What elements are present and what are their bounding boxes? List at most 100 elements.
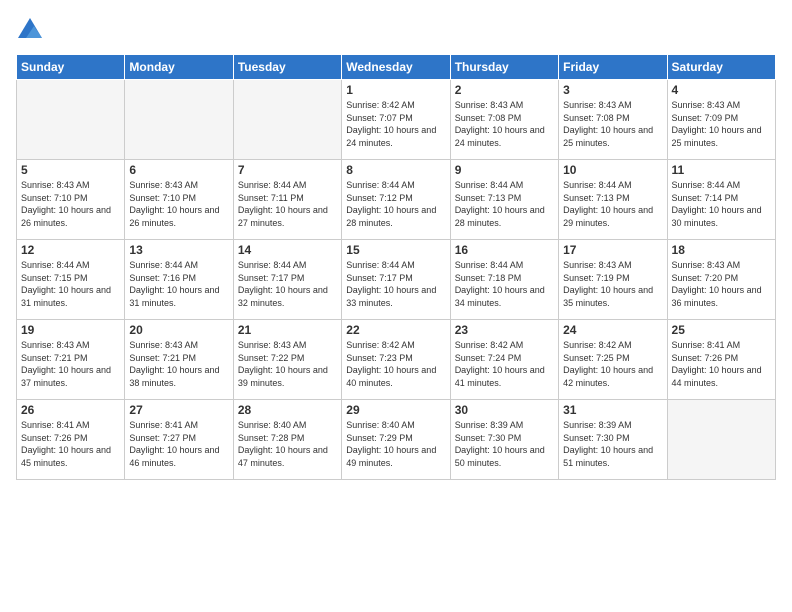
- calendar-week-3: 12Sunrise: 8:44 AM Sunset: 7:15 PM Dayli…: [17, 240, 776, 320]
- calendar-cell: 4 Sunrise: 8:43 AM Sunset: 7:09 PM Daylig…: [667, 80, 775, 160]
- day-info: Sunrise: 8:43 AM Sunset: 7:08 PM Dayligh…: [563, 99, 662, 149]
- day-info: Sunrise: 8:42 AM Sunset: 7:25 PM Dayligh…: [563, 339, 662, 389]
- day-number: 8: [346, 163, 445, 177]
- day-info: Sunrise: 8:43 AM Sunset: 7:09 PM Dayligh…: [672, 99, 771, 149]
- calendar-cell: 8 Sunrise: 8:44 AM Sunset: 7:12 PM Daylig…: [342, 160, 450, 240]
- calendar-cell: 12Sunrise: 8:44 AM Sunset: 7:15 PM Dayli…: [17, 240, 125, 320]
- calendar-cell: 15 Sunrise: 8:44 AM Sunset: 7:17 PM Dayli…: [342, 240, 450, 320]
- day-number: 5: [21, 163, 120, 177]
- day-number: 15: [346, 243, 445, 257]
- day-info: Sunrise: 8:44 AM Sunset: 7:17 PM Dayligh…: [238, 259, 337, 309]
- day-info: Sunrise: 8:43 AM Sunset: 7:20 PM Dayligh…: [672, 259, 771, 309]
- header: [16, 16, 776, 44]
- day-number: 14: [238, 243, 337, 257]
- day-info: Sunrise: 8:40 AM Sunset: 7:28 PM Dayligh…: [238, 419, 337, 469]
- day-info: Sunrise: 8:42 AM Sunset: 7:24 PM Dayligh…: [455, 339, 554, 389]
- day-info: Sunrise: 8:44 AM Sunset: 7:18 PM Dayligh…: [455, 259, 554, 309]
- day-number: 30: [455, 403, 554, 417]
- day-number: 18: [672, 243, 771, 257]
- day-number: 24: [563, 323, 662, 337]
- day-number: 23: [455, 323, 554, 337]
- day-info: Sunrise: 8:42 AM Sunset: 7:07 PM Dayligh…: [346, 99, 445, 149]
- day-number: 6: [129, 163, 228, 177]
- day-info: Sunrise: 8:44 AM Sunset: 7:13 PM Dayligh…: [563, 179, 662, 229]
- logo-icon: [16, 16, 44, 44]
- day-number: 29: [346, 403, 445, 417]
- calendar-week-5: 26 Sunrise: 8:41 AM Sunset: 7:26 PM Dayli…: [17, 400, 776, 480]
- calendar-cell: 17Sunrise: 8:43 AM Sunset: 7:19 PM Dayli…: [559, 240, 667, 320]
- calendar-cell: [667, 400, 775, 480]
- calendar-cell: [17, 80, 125, 160]
- day-number: 12: [21, 243, 120, 257]
- calendar-cell: [125, 80, 233, 160]
- calendar-header-friday: Friday: [559, 55, 667, 80]
- calendar-header-wednesday: Wednesday: [342, 55, 450, 80]
- day-number: 21: [238, 323, 337, 337]
- calendar-cell: 27 Sunrise: 8:41 AM Sunset: 7:27 PM Dayli…: [125, 400, 233, 480]
- calendar-cell: 16 Sunrise: 8:44 AM Sunset: 7:18 PM Dayli…: [450, 240, 558, 320]
- day-number: 10: [563, 163, 662, 177]
- day-info: Sunrise: 8:41 AM Sunset: 7:26 PM Dayligh…: [672, 339, 771, 389]
- calendar-cell: 5 Sunrise: 8:43 AM Sunset: 7:10 PM Daylig…: [17, 160, 125, 240]
- day-number: 20: [129, 323, 228, 337]
- day-info: Sunrise: 8:43 AM Sunset: 7:21 PM Dayligh…: [21, 339, 120, 389]
- day-info: Sunrise: 8:42 AM Sunset: 7:23 PM Dayligh…: [346, 339, 445, 389]
- page: SundayMondayTuesdayWednesdayThursdayFrid…: [0, 0, 792, 612]
- day-info: Sunrise: 8:44 AM Sunset: 7:11 PM Dayligh…: [238, 179, 337, 229]
- day-info: Sunrise: 8:44 AM Sunset: 7:12 PM Dayligh…: [346, 179, 445, 229]
- calendar-cell: 28 Sunrise: 8:40 AM Sunset: 7:28 PM Dayli…: [233, 400, 341, 480]
- calendar-header-monday: Monday: [125, 55, 233, 80]
- day-number: 27: [129, 403, 228, 417]
- calendar-week-1: 1 Sunrise: 8:42 AM Sunset: 7:07 PM Daylig…: [17, 80, 776, 160]
- day-info: Sunrise: 8:39 AM Sunset: 7:30 PM Dayligh…: [455, 419, 554, 469]
- day-number: 1: [346, 83, 445, 97]
- calendar-cell: 18 Sunrise: 8:43 AM Sunset: 7:20 PM Dayli…: [667, 240, 775, 320]
- day-info: Sunrise: 8:43 AM Sunset: 7:22 PM Dayligh…: [238, 339, 337, 389]
- day-info: Sunrise: 8:40 AM Sunset: 7:29 PM Dayligh…: [346, 419, 445, 469]
- calendar-cell: 1 Sunrise: 8:42 AM Sunset: 7:07 PM Daylig…: [342, 80, 450, 160]
- calendar-cell: 3 Sunrise: 8:43 AM Sunset: 7:08 PM Daylig…: [559, 80, 667, 160]
- day-info: Sunrise: 8:44 AM Sunset: 7:13 PM Dayligh…: [455, 179, 554, 229]
- day-number: 22: [346, 323, 445, 337]
- day-number: 17: [563, 243, 662, 257]
- calendar-cell: 31 Sunrise: 8:39 AM Sunset: 7:30 PM Dayli…: [559, 400, 667, 480]
- day-info: Sunrise: 8:44 AM Sunset: 7:16 PM Dayligh…: [129, 259, 228, 309]
- day-number: 3: [563, 83, 662, 97]
- day-number: 4: [672, 83, 771, 97]
- calendar-cell: 23 Sunrise: 8:42 AM Sunset: 7:24 PM Dayli…: [450, 320, 558, 400]
- calendar-cell: 20 Sunrise: 8:43 AM Sunset: 7:21 PM Dayli…: [125, 320, 233, 400]
- day-info: Sunrise: 8:39 AM Sunset: 7:30 PM Dayligh…: [563, 419, 662, 469]
- calendar-header-row: SundayMondayTuesdayWednesdayThursdayFrid…: [17, 55, 776, 80]
- day-number: 28: [238, 403, 337, 417]
- calendar-cell: 6 Sunrise: 8:43 AM Sunset: 7:10 PM Daylig…: [125, 160, 233, 240]
- day-number: 19: [21, 323, 120, 337]
- day-number: 25: [672, 323, 771, 337]
- calendar-cell: 30 Sunrise: 8:39 AM Sunset: 7:30 PM Dayli…: [450, 400, 558, 480]
- calendar-cell: 10 Sunrise: 8:44 AM Sunset: 7:13 PM Dayli…: [559, 160, 667, 240]
- day-info: Sunrise: 8:44 AM Sunset: 7:17 PM Dayligh…: [346, 259, 445, 309]
- calendar-header-thursday: Thursday: [450, 55, 558, 80]
- day-number: 31: [563, 403, 662, 417]
- day-number: 11: [672, 163, 771, 177]
- day-number: 9: [455, 163, 554, 177]
- day-number: 7: [238, 163, 337, 177]
- day-number: 16: [455, 243, 554, 257]
- day-number: 26: [21, 403, 120, 417]
- day-info: Sunrise: 8:43 AM Sunset: 7:10 PM Dayligh…: [129, 179, 228, 229]
- logo: [16, 16, 48, 44]
- day-number: 13: [129, 243, 228, 257]
- calendar-cell: 21 Sunrise: 8:43 AM Sunset: 7:22 PM Dayli…: [233, 320, 341, 400]
- calendar-header-tuesday: Tuesday: [233, 55, 341, 80]
- day-info: Sunrise: 8:41 AM Sunset: 7:26 PM Dayligh…: [21, 419, 120, 469]
- calendar-cell: 29 Sunrise: 8:40 AM Sunset: 7:29 PM Dayli…: [342, 400, 450, 480]
- day-info: Sunrise: 8:43 AM Sunset: 7:08 PM Dayligh…: [455, 99, 554, 149]
- calendar-cell: 2Sunrise: 8:43 AM Sunset: 7:08 PM Daylig…: [450, 80, 558, 160]
- day-info: Sunrise: 8:43 AM Sunset: 7:21 PM Dayligh…: [129, 339, 228, 389]
- calendar-cell: [233, 80, 341, 160]
- calendar-week-2: 5 Sunrise: 8:43 AM Sunset: 7:10 PM Daylig…: [17, 160, 776, 240]
- day-info: Sunrise: 8:41 AM Sunset: 7:27 PM Dayligh…: [129, 419, 228, 469]
- calendar-cell: 26 Sunrise: 8:41 AM Sunset: 7:26 PM Dayli…: [17, 400, 125, 480]
- day-info: Sunrise: 8:43 AM Sunset: 7:10 PM Dayligh…: [21, 179, 120, 229]
- calendar-cell: 24 Sunrise: 8:42 AM Sunset: 7:25 PM Dayli…: [559, 320, 667, 400]
- calendar-cell: 14 Sunrise: 8:44 AM Sunset: 7:17 PM Dayli…: [233, 240, 341, 320]
